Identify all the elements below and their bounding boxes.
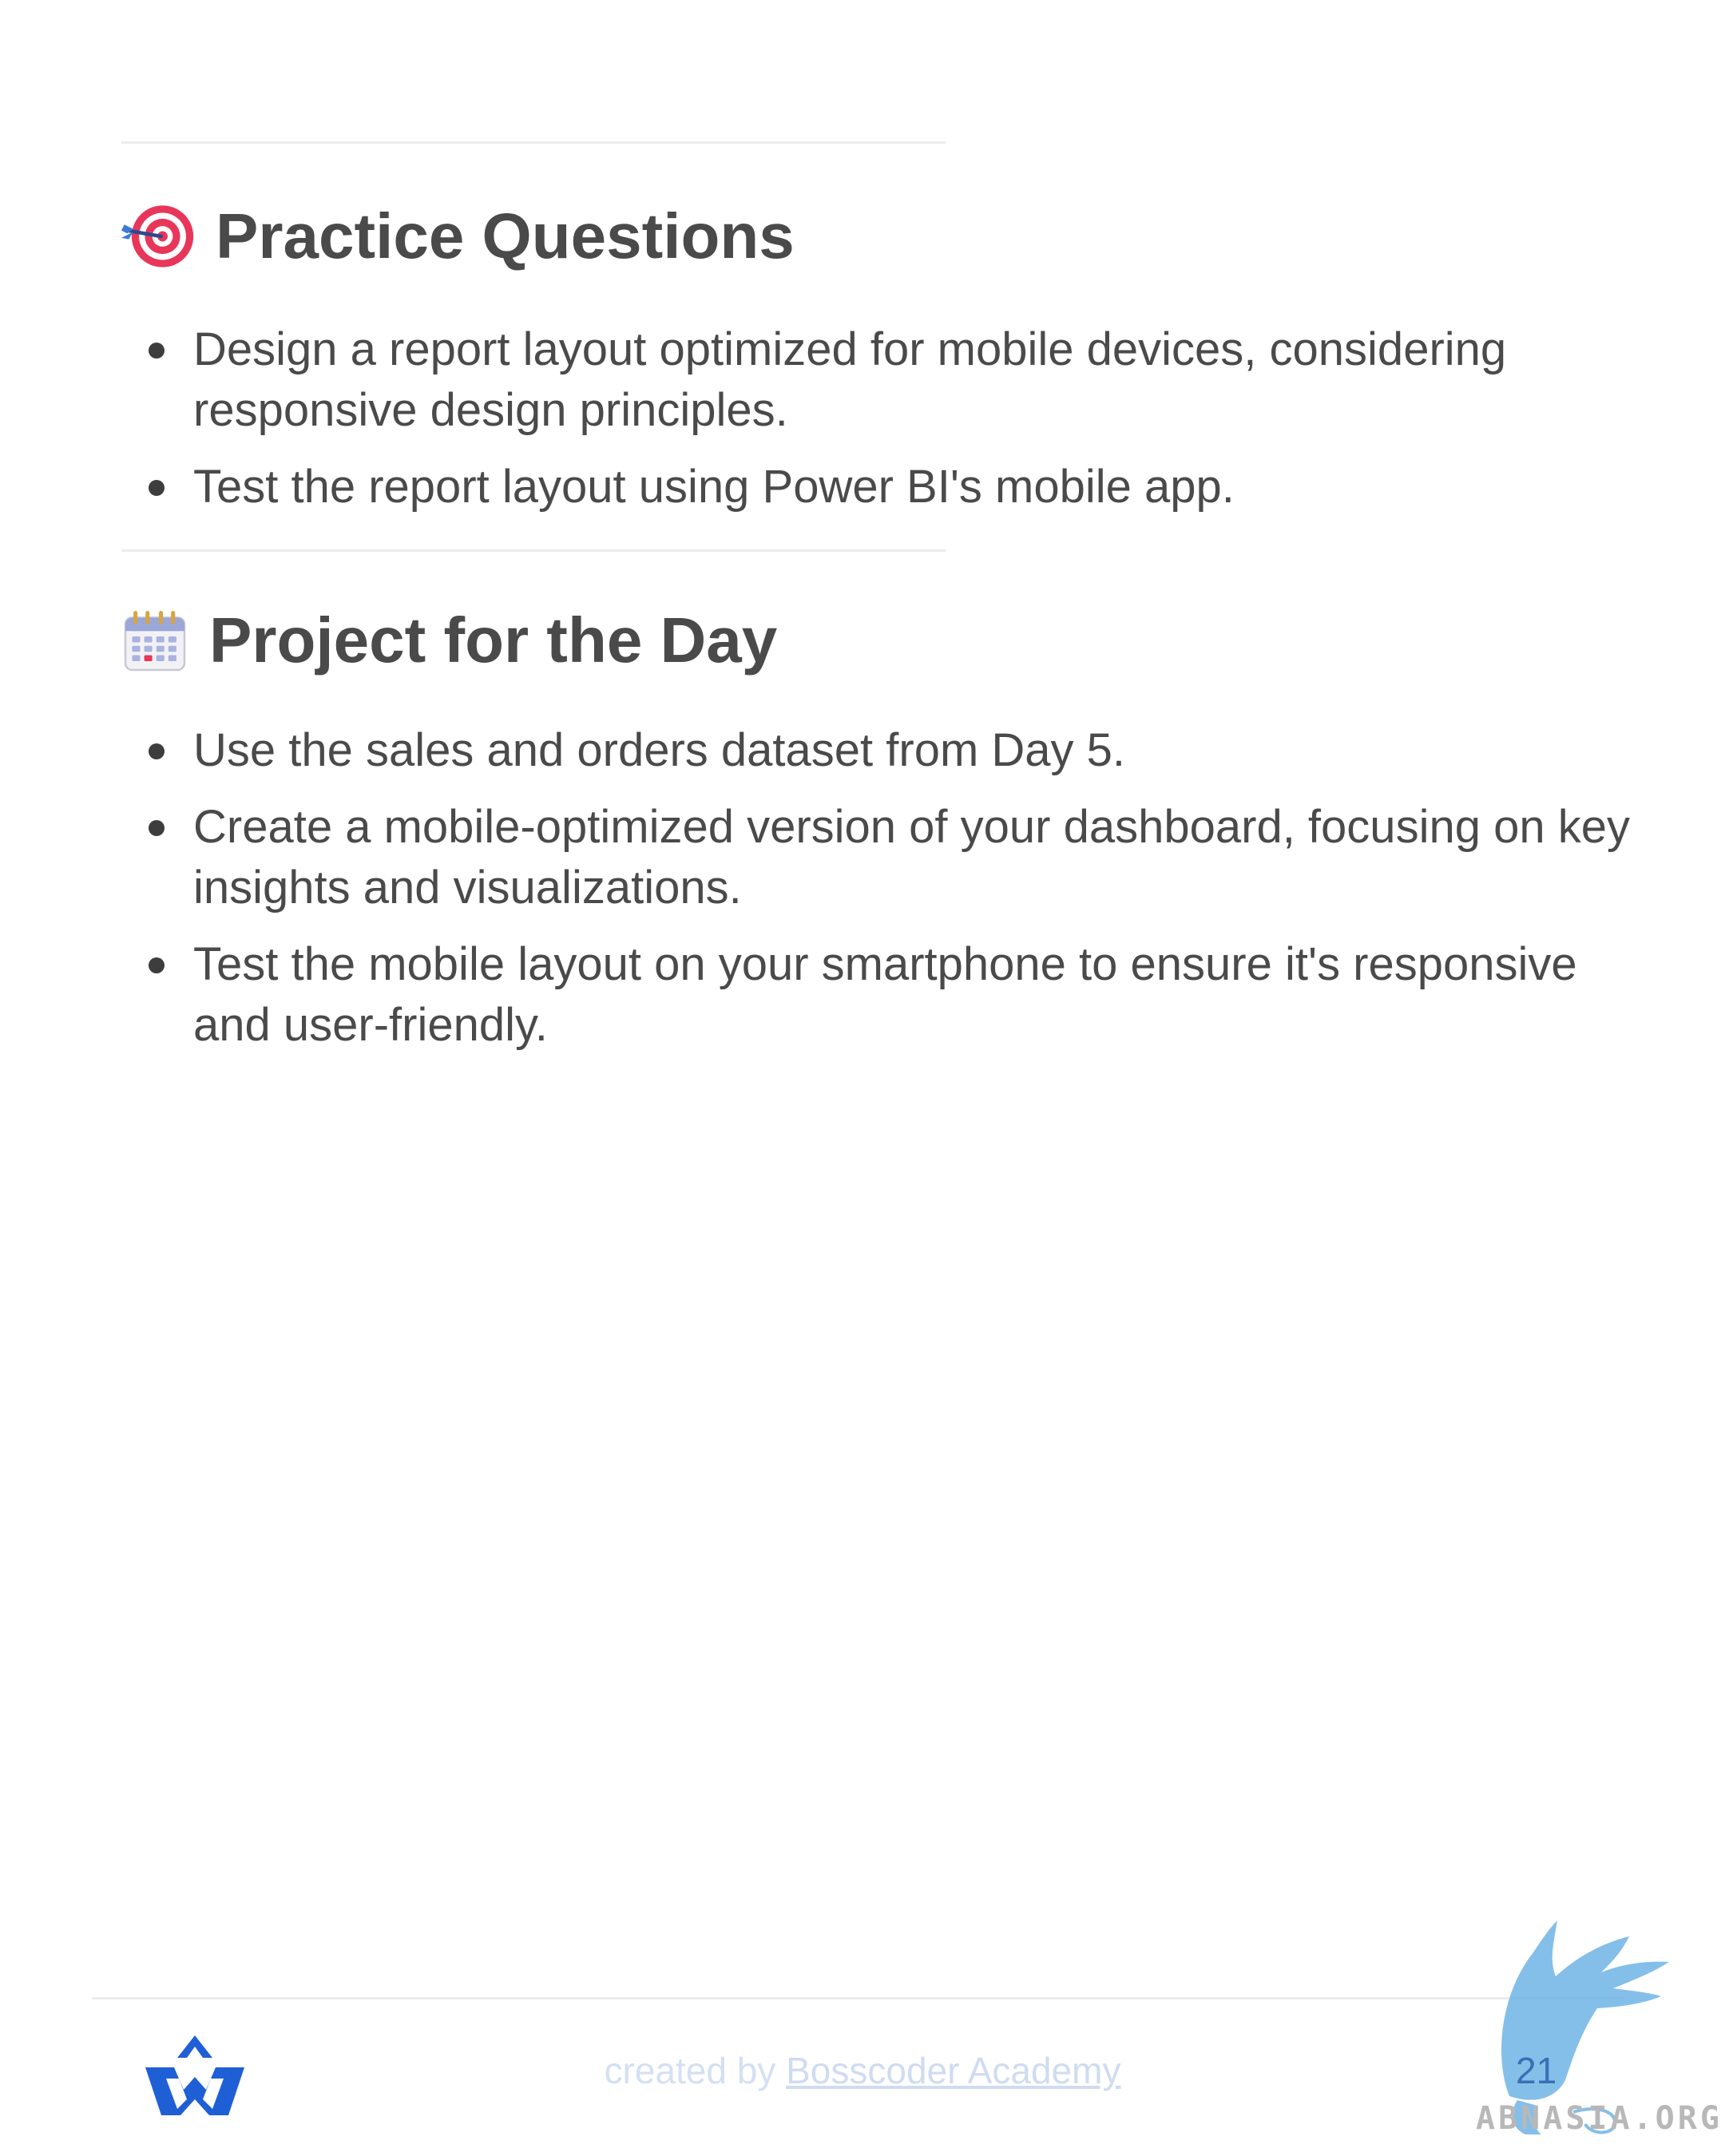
credit-prefix: created by xyxy=(604,2050,787,2091)
footer-divider xyxy=(92,1997,1625,1999)
list-item-text: Use the sales and orders dataset from Da… xyxy=(193,724,1126,776)
bullet-icon xyxy=(149,820,165,836)
section-title: Practice Questions xyxy=(216,200,795,271)
list-item: Create a mobile-optimized version of you… xyxy=(121,797,1639,918)
watermark-label: ABNASIA.ORG xyxy=(1476,2100,1723,2137)
list-item-text: Test the report layout using Power BI's … xyxy=(193,461,1235,513)
list-item: Test the mobile layout on your smartphon… xyxy=(121,934,1639,1056)
list-item-text: Design a report layout optimized for mob… xyxy=(193,323,1507,436)
list-item: Test the report layout using Power BI's … xyxy=(121,457,1639,517)
practice-questions-list: Design a report layout optimized for mob… xyxy=(121,319,1639,517)
bullet-icon xyxy=(149,480,165,496)
section-title: Project for the Day xyxy=(209,604,778,676)
bullet-icon xyxy=(149,957,165,973)
list-item: Design a report layout optimized for mob… xyxy=(121,319,1639,441)
section-divider xyxy=(121,549,946,552)
project-list: Use the sales and orders dataset from Da… xyxy=(121,720,1639,1056)
bullet-icon xyxy=(149,743,165,759)
project-heading: Project for the Day xyxy=(121,607,1639,674)
practice-questions-heading: Practice Questions xyxy=(121,200,1639,273)
bosscoder-academy-link[interactable]: Bosscoder Academy xyxy=(786,2050,1120,2091)
calendar-icon xyxy=(124,611,186,672)
top-divider xyxy=(121,141,946,144)
list-item: Use the sales and orders dataset from Da… xyxy=(121,720,1639,781)
list-item-text: Create a mobile-optimized version of you… xyxy=(193,801,1630,914)
page-number: 21 xyxy=(1516,2050,1557,2091)
target-icon xyxy=(121,205,194,268)
bullet-icon xyxy=(149,343,165,359)
practice-questions-section: Practice Questions Design a report layou… xyxy=(121,200,1639,533)
list-item-text: Test the mobile layout on your smartphon… xyxy=(193,938,1577,1051)
project-section: Project for the Day Use the sales and or… xyxy=(121,607,1639,1072)
